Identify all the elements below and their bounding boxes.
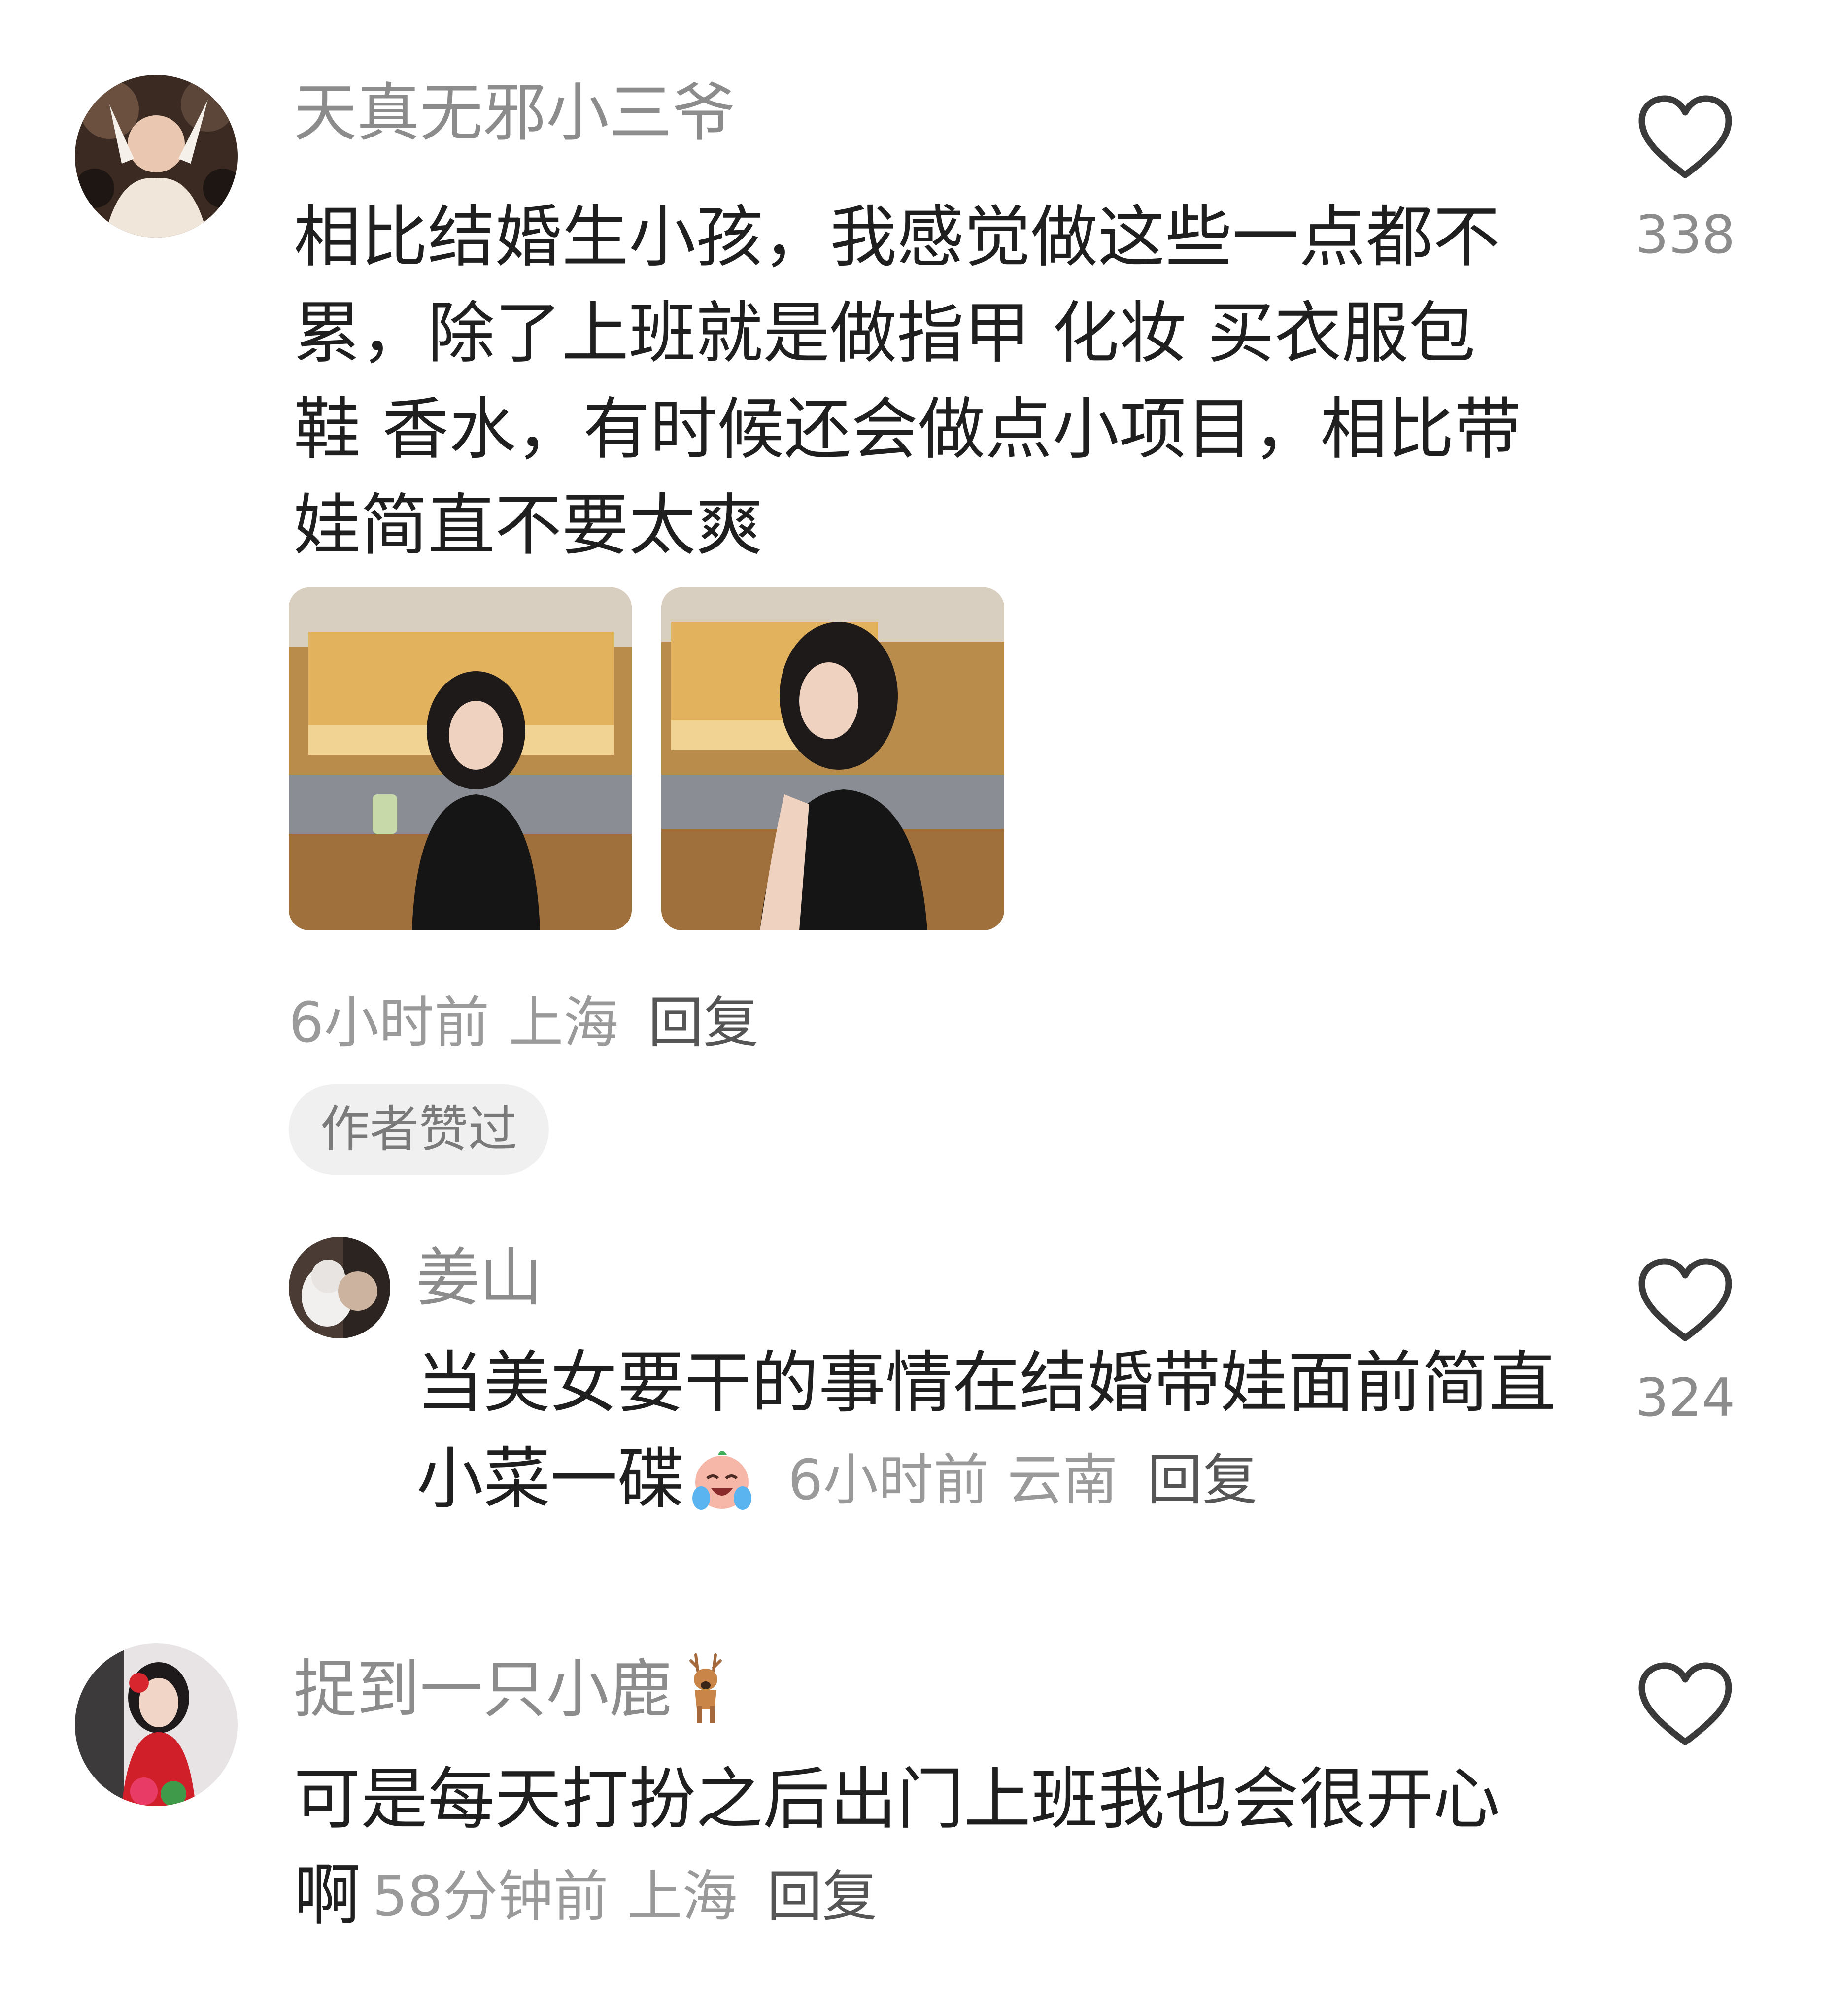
reply-button[interactable]: 回复 (648, 991, 758, 1055)
reply-text: 当美女要干的事情在结婚带娃面前简直小菜一碟 6小时前 云南 回复 (416, 1335, 1560, 1529)
reply-button[interactable]: 回复 (767, 1865, 878, 1929)
like-button[interactable] (1636, 94, 1735, 182)
comment-location: 上海 (627, 1865, 738, 1929)
author-liked-badge: 作者赞过 (289, 1084, 549, 1175)
deer-emoji-icon (676, 1651, 735, 1725)
comment-image[interactable] (661, 587, 1004, 930)
like-count: 324 (1635, 1367, 1736, 1428)
comment-meta: 6小时前 上海 回复 (289, 978, 758, 1058)
comment-time: 58分钟前 (373, 1865, 609, 1929)
like-button[interactable] (1636, 1661, 1735, 1749)
comment-username[interactable]: 捉到一只小鹿 (294, 1651, 735, 1725)
comment-username[interactable]: 天真无邪小三爷 (294, 82, 735, 145)
comment-meta: 58分钟前 上海 回复 (373, 1865, 878, 1929)
laugh-crying-emoji-icon (687, 1444, 756, 1513)
avatar[interactable] (75, 75, 238, 238)
avatar[interactable] (289, 1237, 390, 1338)
reply-location: 云南 (1007, 1448, 1118, 1512)
comment-text: 相比结婚生小孩，我感觉做这些一点都不累，除了上班就是做指甲 化妆 买衣服包鞋 香… (294, 199, 1522, 565)
comment-text: 可是每天打扮之后出门上班我也会很开心啊 58分钟前 上海 回复 (294, 1752, 1540, 1945)
comment-location: 上海 (508, 991, 619, 1055)
comment-username-text: 捉到一只小鹿 (294, 1653, 673, 1726)
reply-meta: 6小时前 云南 回复 (788, 1448, 1258, 1512)
avatar[interactable] (75, 1643, 238, 1806)
comment-image[interactable] (289, 587, 632, 930)
heart-icon (1638, 1662, 1732, 1745)
reply-time: 6小时前 (788, 1448, 989, 1512)
reply-button[interactable]: 回复 (1147, 1448, 1258, 1512)
like-button[interactable] (1636, 1257, 1735, 1345)
reply-username[interactable]: 姜山 (416, 1247, 543, 1310)
heart-icon (1638, 95, 1732, 178)
heart-icon (1638, 1258, 1732, 1341)
like-count: 338 (1635, 205, 1736, 265)
comment-time: 6小时前 (289, 991, 490, 1055)
